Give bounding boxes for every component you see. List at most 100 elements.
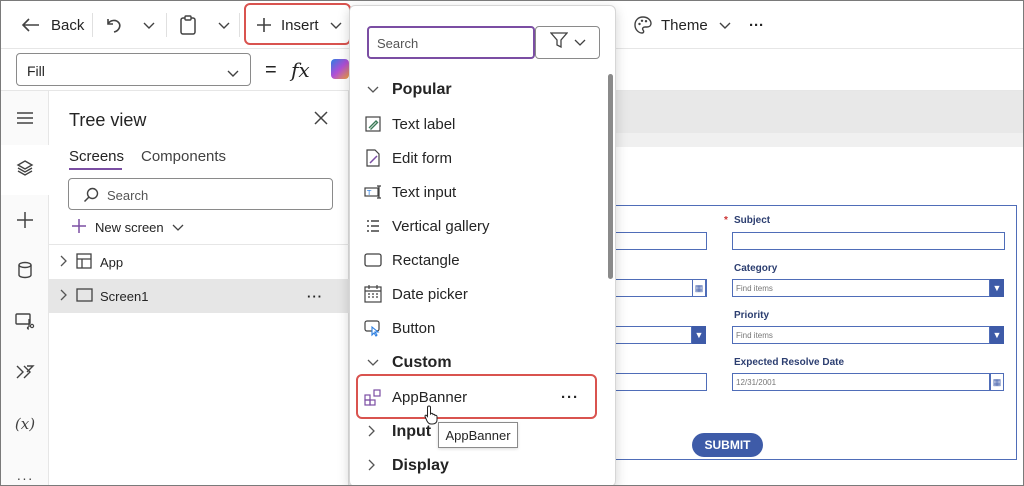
media-button[interactable]: [1, 298, 49, 348]
insert-item-text-input[interactable]: T Text input: [350, 175, 600, 209]
power-automate-icon: [15, 364, 35, 385]
tree-item-label: Screen1: [100, 288, 149, 304]
insert-item-button[interactable]: Button: [350, 311, 600, 345]
insert-item-label: Vertical gallery: [392, 217, 490, 235]
date-picker-icon: [364, 285, 382, 303]
search-icon: [83, 187, 99, 208]
copilot-icon[interactable]: [331, 59, 349, 79]
calendar-icon[interactable]: ▦: [692, 279, 706, 297]
more-icon: ···: [16, 470, 34, 486]
category-label: Category: [734, 263, 778, 274]
chevron-down-icon: [718, 20, 732, 30]
tree-view-panel: Tree view Screens Components Search New …: [49, 91, 349, 485]
category-label: Display: [392, 457, 449, 474]
paste-dropdown[interactable]: [217, 1, 231, 49]
undo-dropdown[interactable]: [142, 1, 156, 49]
more-rail-button[interactable]: ···: [1, 453, 49, 486]
submit-button[interactable]: SUBMIT: [692, 433, 763, 457]
chevron-down-icon: [574, 34, 586, 52]
chevron-down-icon[interactable]: ▼: [692, 326, 706, 344]
paste-button[interactable]: [179, 1, 197, 49]
insert-item-rectangle[interactable]: Rectangle: [350, 243, 600, 277]
hamburger-menu-button[interactable]: [1, 95, 49, 145]
chevron-down-icon: [142, 20, 156, 30]
property-value: Fill: [27, 63, 45, 79]
property-selector[interactable]: Fill: [16, 53, 251, 86]
tab-components[interactable]: Components: [141, 148, 226, 165]
svg-text:T: T: [366, 189, 372, 197]
database-icon: [17, 261, 33, 284]
tree-search-placeholder: Search: [107, 188, 149, 203]
rectangle-icon: [364, 251, 382, 269]
chevron-down-icon: [367, 83, 379, 97]
subject-label: Subject: [734, 215, 771, 226]
subject-input[interactable]: [732, 232, 1005, 250]
selected-tab-indicator: [69, 168, 122, 170]
tree-item-screen1[interactable]: Screen1 ···: [49, 279, 349, 313]
chevron-down-icon[interactable]: ▼: [990, 279, 1004, 297]
insert-item-vertical-gallery[interactable]: Vertical gallery: [350, 209, 600, 243]
back-button[interactable]: Back: [21, 1, 84, 49]
priority-label: Priority: [734, 310, 770, 321]
required-mark: *: [724, 215, 728, 226]
insert-item-label: Text label: [392, 115, 456, 133]
chevron-right-icon: [59, 255, 67, 270]
priority-placeholder: Find items: [736, 331, 773, 340]
priority-combobox[interactable]: Find items: [732, 326, 990, 344]
tree-item-label: App: [100, 254, 124, 270]
vertical-gallery-icon: [364, 217, 382, 235]
layers-icon: [16, 159, 34, 182]
category-label: Custom: [392, 354, 452, 371]
filter-button[interactable]: [535, 26, 600, 59]
tree-item-app[interactable]: App: [49, 245, 349, 279]
power-automate-button[interactable]: [1, 349, 49, 399]
tree-search-input[interactable]: Search: [68, 178, 333, 210]
plus-icon: [71, 218, 87, 237]
more-commands-button[interactable]: ···: [749, 1, 764, 49]
chevron-right-icon: [367, 459, 376, 474]
arrow-left-icon: [21, 17, 41, 33]
category-label: Popular: [392, 81, 452, 98]
app-icon: [76, 252, 92, 272]
insert-rail-button[interactable]: [1, 197, 49, 247]
theme-label: Theme: [661, 16, 708, 34]
filter-icon: [549, 32, 568, 53]
hamburger-icon: [16, 111, 34, 130]
media-icon: [15, 312, 35, 335]
resolve-date-picker[interactable]: 12/31/2001: [732, 373, 990, 391]
tree-view-button[interactable]: [1, 145, 49, 195]
insert-item-label: Date picker: [392, 285, 468, 303]
theme-button[interactable]: Theme: [633, 1, 732, 49]
left-rail: (x) ···: [1, 91, 49, 486]
insert-item-text-label[interactable]: Text label: [350, 107, 600, 141]
insert-item-edit-form[interactable]: Edit form: [350, 141, 600, 175]
insert-search-input[interactable]: Search: [367, 26, 535, 59]
insert-item-label: Button: [392, 319, 436, 337]
insert-item-label: Edit form: [392, 149, 453, 167]
appbanner-tooltip: AppBanner: [438, 422, 518, 448]
calendar-icon[interactable]: ▦: [990, 373, 1004, 391]
clipboard-icon: [179, 15, 197, 35]
variables-button[interactable]: (x): [1, 399, 49, 449]
category-popular[interactable]: Popular: [350, 73, 600, 107]
category-display[interactable]: Display: [350, 449, 600, 483]
new-screen-button[interactable]: New screen: [71, 218, 184, 237]
tree-view-title: Tree view: [69, 110, 147, 130]
close-icon[interactable]: [313, 109, 329, 132]
variables-icon: (x): [14, 415, 36, 433]
panel-scrollbar[interactable]: [608, 74, 613, 279]
plus-icon: [16, 211, 34, 234]
tree-item-more-button[interactable]: ···: [307, 289, 323, 304]
data-button[interactable]: [1, 247, 49, 297]
insert-item-label: Rectangle: [392, 251, 460, 269]
edit-form-icon: [364, 149, 382, 167]
tab-screens[interactable]: Screens: [69, 148, 124, 165]
new-screen-label: New screen: [95, 220, 164, 235]
insert-highlight: [244, 3, 351, 45]
undo-button[interactable]: [104, 1, 122, 49]
insert-item-date-picker[interactable]: Date picker: [350, 277, 600, 311]
chevron-down-icon[interactable]: ▼: [990, 326, 1004, 344]
category-combobox[interactable]: Find items: [732, 279, 990, 297]
insert-search-placeholder: Search: [377, 36, 419, 51]
insert-item-label: Text input: [392, 183, 457, 201]
